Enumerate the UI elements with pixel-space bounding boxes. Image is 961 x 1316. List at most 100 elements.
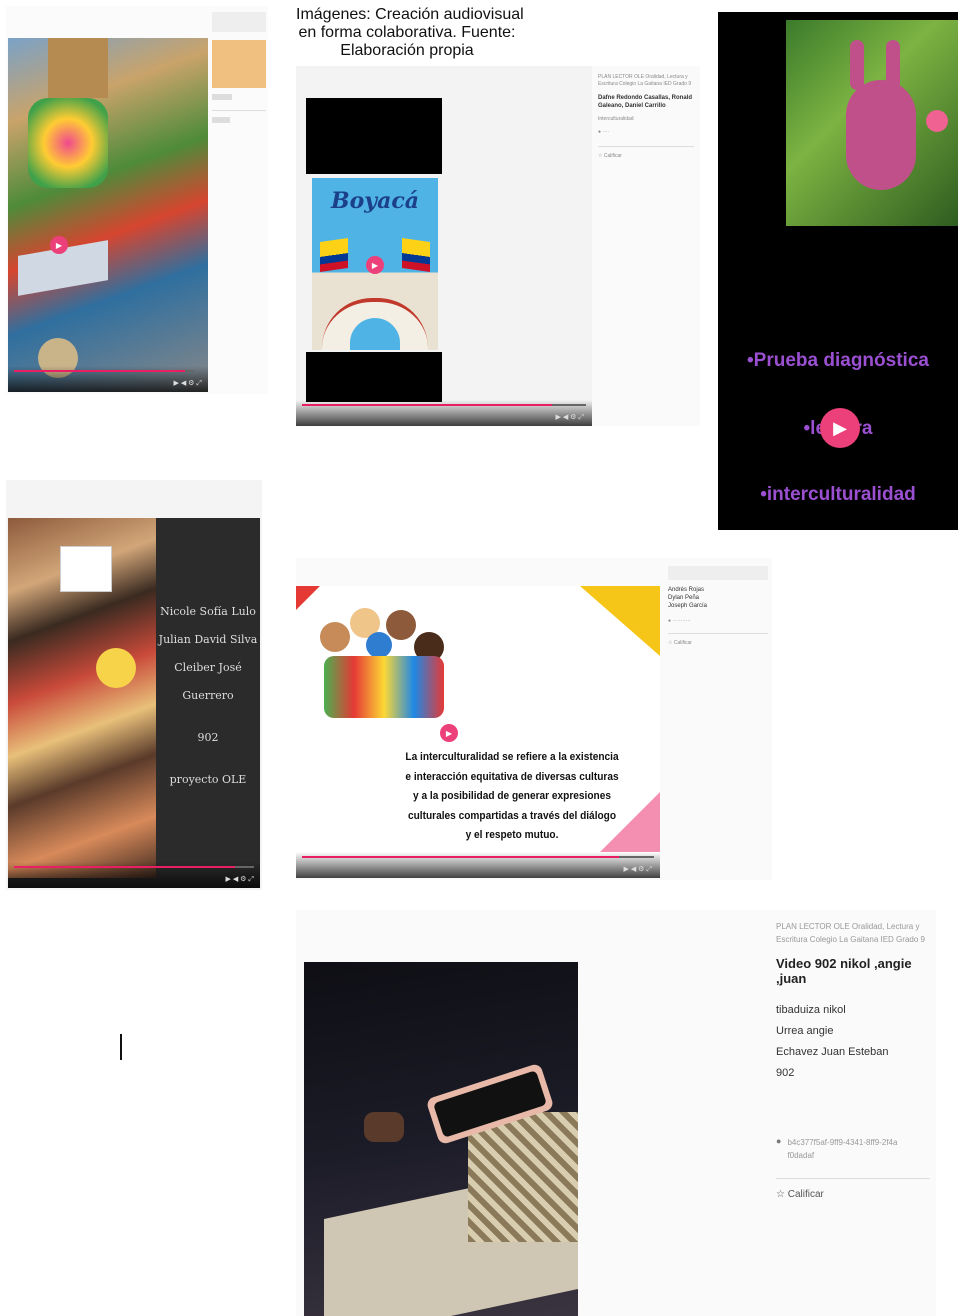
flag-left	[320, 238, 348, 272]
card-collage-video[interactable]: Nicole Sofía Lulo Julian David Silva Cle…	[6, 480, 262, 890]
definition-text: La interculturalidad se refiere a la exi…	[405, 751, 619, 841]
diagnostic-line-3: •interculturalidad	[760, 484, 916, 505]
student-name: Julian David Silva	[158, 633, 258, 646]
rate-link[interactable]: ☆ Calificar	[598, 153, 694, 160]
progress-bar[interactable]	[302, 856, 654, 858]
pin-icon: ● ····	[598, 129, 610, 135]
emblem-shape	[96, 648, 136, 688]
globe-shape	[366, 632, 392, 658]
card-sidebar: Andrés Rojas Dylan Peña Joseph García ● …	[668, 566, 768, 647]
video-player[interactable]: Boyacá ▶ ▶ ◀ ⚙ ⤢	[296, 66, 592, 426]
rate-label: Calificar	[673, 640, 692, 646]
pin-icon: ● ···········	[668, 618, 691, 624]
text-cursor	[120, 1034, 122, 1060]
author: Andrés Rojas	[668, 587, 705, 593]
divider	[668, 633, 768, 634]
star-icon: ☆	[776, 1189, 785, 1200]
progress-bar[interactable]	[14, 370, 194, 372]
topic: Interculturalidad	[598, 116, 634, 122]
member: tibaduiza nikol	[776, 1004, 846, 1016]
rate-label: Calificar	[603, 153, 622, 159]
corner-yellow	[580, 586, 660, 656]
play-button[interactable]: ▶	[50, 236, 68, 254]
play-button[interactable]: ▶	[440, 724, 458, 742]
member: Echavez Juan Esteban	[776, 1046, 889, 1058]
member: Urrea angie	[776, 1025, 834, 1037]
boyaca-slide: Boyacá ▶	[312, 178, 438, 350]
rate-link[interactable]: ☆ Calificar	[668, 640, 768, 647]
card-sidebar	[212, 12, 266, 123]
control-icons[interactable]: ▶ ◀ ⚙ ⤢	[624, 865, 652, 874]
video-controls: ▶ ◀ ⚙ ⤢	[8, 862, 260, 888]
caption-line-2: en forma colaborativa. Fuente:	[298, 24, 516, 41]
video-id-row: ● b4c377f5af-9ff9-4341-8ff9-2f4af0dadaf	[776, 1136, 930, 1162]
slide-title: Boyacá	[331, 188, 419, 214]
character-image	[786, 20, 958, 226]
diagnostic-line-1: •Prueba diagnóstica	[747, 350, 929, 371]
redacted-block	[306, 352, 442, 402]
hand-shape	[364, 1112, 404, 1142]
course-placeholder	[668, 566, 768, 580]
rate-label: Calificar	[787, 1189, 824, 1200]
divider	[212, 110, 266, 111]
divider	[776, 1178, 930, 1179]
rate-placeholder[interactable]	[212, 117, 230, 123]
student-name: Nicole Sofía Lulo	[160, 605, 256, 618]
video-frame: Nicole Sofía Lulo Julian David Silva Cle…	[8, 518, 260, 888]
flag-right	[402, 238, 430, 272]
video-player[interactable]: ▶ La interculturalidad se refiere a la e…	[296, 586, 660, 878]
members-list: tibaduiza nikol Urrea angie Echavez Juan…	[776, 1000, 930, 1084]
authors: Dafne Redondo Casallas, Ronald Galeano, …	[598, 95, 693, 109]
video-title: Video 902 nikol ,angie ,juan	[776, 956, 912, 986]
member: 902	[776, 1067, 795, 1079]
control-icons[interactable]: ▶ ◀ ⚙ ⤢	[556, 413, 584, 422]
names-block: Nicole Sofía Lulo Julian David Silva Cle…	[158, 598, 258, 794]
control-icons[interactable]: ▶ ◀ ⚙ ⤢	[174, 379, 202, 388]
course-name: PLAN LECTOR OLE Oralidad, Lectura y Escr…	[776, 922, 925, 944]
rate-link[interactable]: ☆ Calificar	[776, 1189, 930, 1200]
flower-map-shape	[28, 98, 108, 188]
highlighted-title	[212, 40, 266, 88]
tiles-shape	[468, 1112, 578, 1242]
course-name: PLAN LECTOR OLE Oralidad, Lectura y Escr…	[598, 74, 692, 87]
play-button[interactable]: ▶	[820, 408, 860, 448]
card-sidebar: PLAN LECTOR OLE Oralidad, Lectura y Escr…	[776, 920, 930, 1200]
video-id: b4c377f5af-9ff9-4341-8ff9-2f4af0dadaf	[787, 1138, 898, 1160]
caption-line-3: Elaboración propia	[340, 42, 474, 59]
video-player[interactable]: ▶ ▶ ◀ ⚙ ⤢	[8, 38, 208, 392]
card-boyaca-video: Boyacá ▶ ▶ ◀ ⚙ ⤢ PLAN LECTOR OLE Oralida…	[296, 66, 700, 426]
drawing-inset	[60, 546, 112, 592]
divider	[598, 146, 694, 147]
card-sidebar: PLAN LECTOR OLE Oralidad, Lectura y Escr…	[598, 74, 694, 160]
card-city-video: ▶ ▶ ◀ ⚙ ⤢	[6, 6, 268, 394]
character-ear	[886, 40, 900, 90]
card-intercultural-video: ▶ La interculturalidad se refiere a la e…	[296, 558, 772, 880]
character-ear	[850, 40, 864, 90]
faces-collage	[8, 518, 156, 878]
figure-caption: Imágenes: Creación audiovisual en forma …	[296, 6, 524, 60]
meta-placeholder	[212, 94, 232, 100]
progress-bar[interactable]	[14, 866, 254, 868]
card-phone-video: PLAN LECTOR OLE Oralidad, Lectura y Escr…	[296, 910, 936, 1316]
video-controls: ▶ ◀ ⚙ ⤢	[296, 852, 660, 878]
project-label: proyecto OLE	[169, 773, 247, 786]
progress-bar[interactable]	[302, 404, 586, 406]
redacted-block	[306, 98, 442, 174]
video-player[interactable]	[304, 962, 578, 1316]
pin-icon: ●	[776, 1136, 782, 1146]
church-tower-shape	[48, 38, 108, 98]
character-body	[846, 80, 916, 190]
author: Dylan Peña	[668, 595, 700, 601]
author: Joseph García	[668, 603, 708, 609]
grade-label: 902	[197, 731, 219, 744]
video-controls: ▶ ◀ ⚙ ⤢	[8, 366, 208, 392]
flower-shape	[926, 110, 948, 132]
course-placeholder	[212, 12, 266, 32]
student-name: Cleiber José Guerrero	[174, 661, 242, 702]
play-button[interactable]: ▶	[366, 256, 384, 274]
video-controls: ▶ ◀ ⚙ ⤢	[296, 400, 592, 426]
control-icons[interactable]: ▶ ◀ ⚙ ⤢	[226, 875, 254, 884]
children-illustration	[310, 602, 450, 722]
card-diagnostic-video[interactable]: •Prueba diagnóstica •lectura ▶ •intercul…	[718, 12, 958, 530]
caption-line-1: Imágenes: Creación audiovisual	[296, 6, 524, 23]
